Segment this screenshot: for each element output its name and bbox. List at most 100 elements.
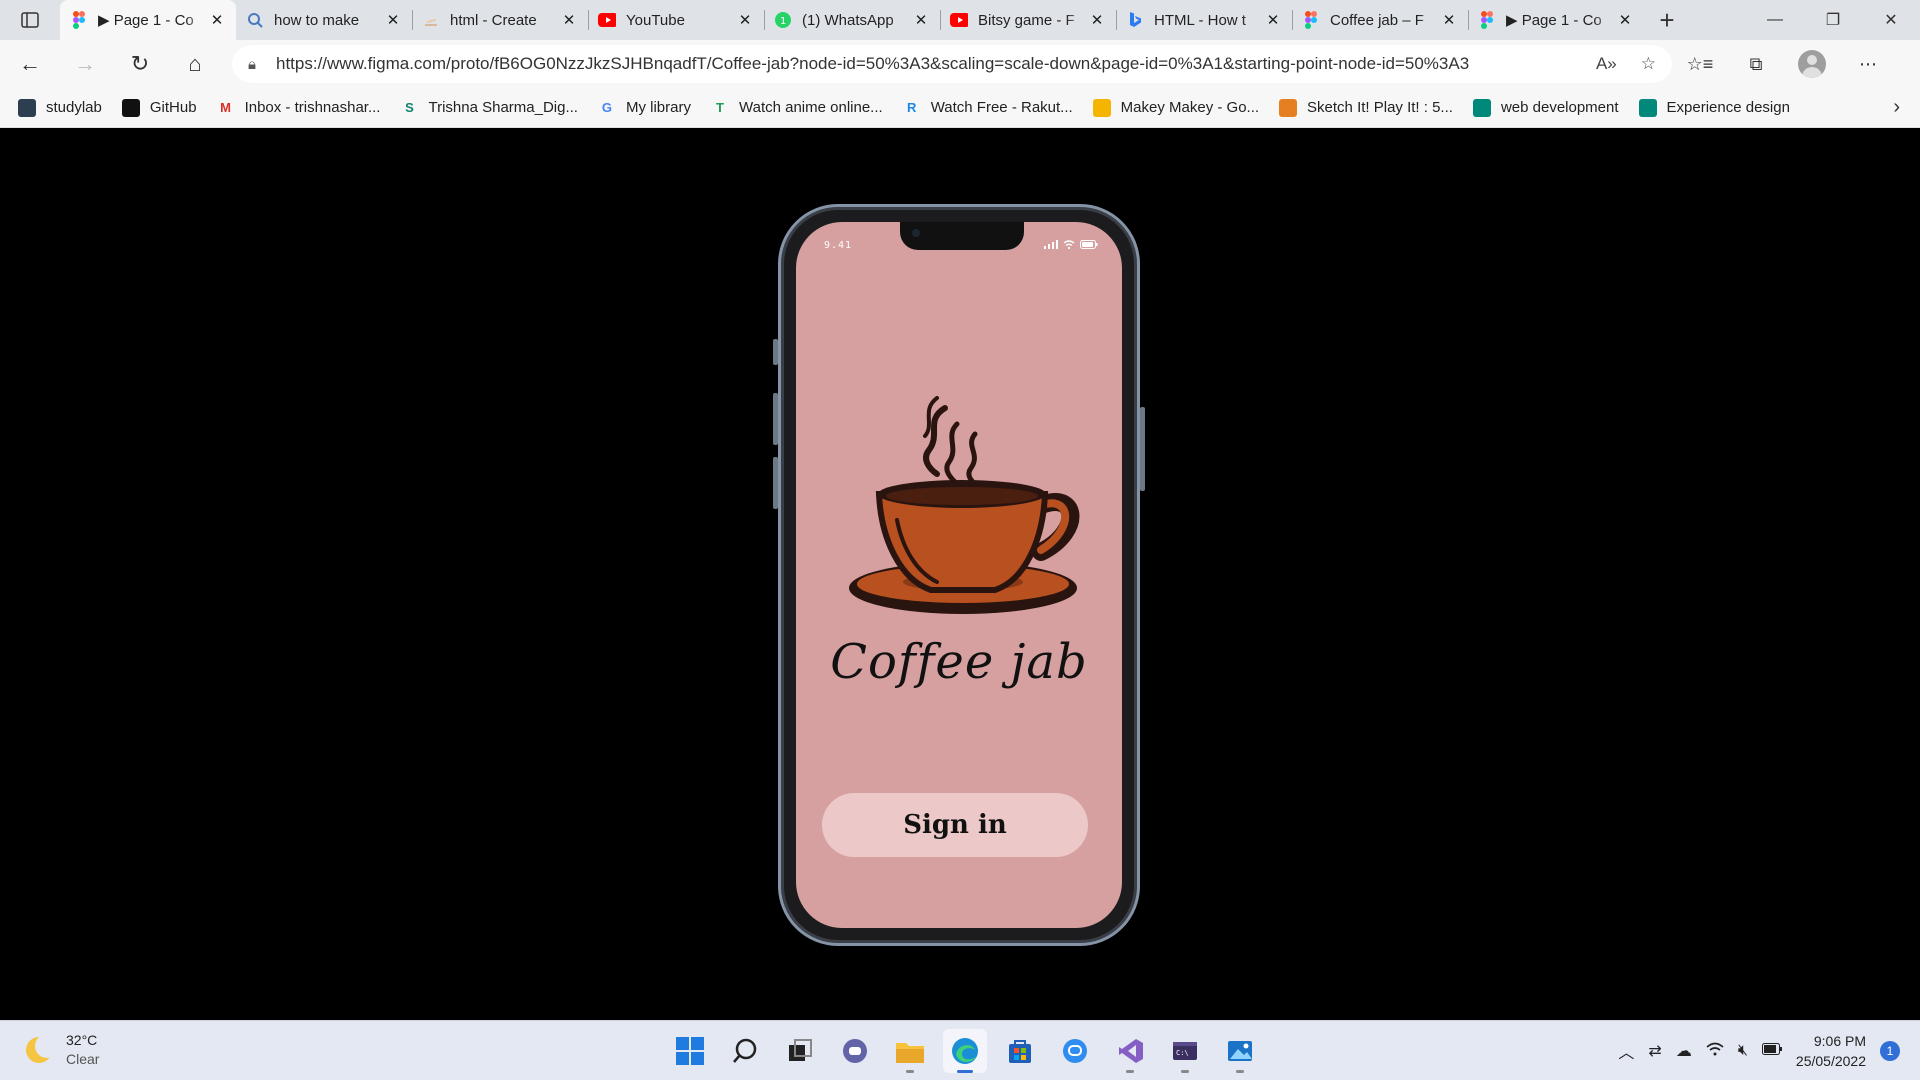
sway-icon: S [405, 100, 414, 115]
terminal-button[interactable]: C:\ [1163, 1029, 1207, 1073]
close-tab-icon[interactable]: ✕ [736, 11, 754, 29]
network-settings-icon[interactable]: ⇄ [1648, 1041, 1661, 1061]
taskbar-apps: C:\ [668, 1029, 1262, 1073]
phone-silent-switch [773, 339, 778, 365]
tab-actions-button[interactable] [0, 0, 60, 40]
bookmark-item[interactable]: web development [1472, 98, 1619, 117]
add-favorite-icon[interactable]: ☆ [1641, 54, 1656, 74]
search-button[interactable] [723, 1029, 767, 1073]
settings-menu-button[interactable]: ⋯ [1840, 44, 1896, 84]
wifi-icon[interactable] [1706, 1042, 1724, 1061]
prototype-screen: 9.41 Coffee jab Sign in [796, 222, 1122, 928]
running-indicator [957, 1070, 973, 1073]
phone-notch [900, 222, 1024, 250]
back-button[interactable]: ← [5, 44, 55, 84]
edge-button[interactable] [943, 1029, 987, 1073]
speaker-muted-icon[interactable]: 🔇︎ [1738, 1042, 1748, 1060]
tab-bar: ▶ Page 1 - Co ✕ how to make ✕ html - Create ✕… [0, 0, 1920, 40]
gmail-icon: M [220, 100, 231, 115]
slides-icon [1092, 98, 1111, 117]
favorites-button[interactable]: ☆≡ [1672, 44, 1728, 84]
bookmark-item[interactable]: S Trishna Sharma_Dig... [400, 99, 578, 117]
start-button[interactable] [668, 1029, 712, 1073]
tab-title: YouTube [626, 11, 685, 29]
bookmark-label: Experience design [1666, 99, 1790, 116]
profile-button[interactable] [1784, 44, 1840, 84]
close-tab-icon[interactable]: ✕ [384, 11, 402, 29]
bookmark-item[interactable]: Experience design [1638, 98, 1790, 117]
restore-button[interactable]: ❐ [1804, 0, 1862, 40]
status-icons [1044, 240, 1098, 249]
youtube-icon [598, 11, 616, 29]
bookmark-label: Makey Makey - Go... [1120, 99, 1260, 116]
close-window-button[interactable]: ✕ [1862, 0, 1920, 40]
close-tab-icon[interactable]: ✕ [1616, 11, 1634, 29]
whatsapp-icon: 1 [774, 11, 792, 29]
bookmark-label: Watch anime online... [739, 99, 883, 116]
close-tab-icon[interactable]: ✕ [560, 11, 578, 29]
bookmark-item[interactable]: Makey Makey - Go... [1092, 98, 1260, 117]
running-indicator [906, 1070, 914, 1073]
lock-icon[interactable]: 🔒︎ [248, 56, 256, 73]
signal-icon [1044, 240, 1058, 249]
close-tab-icon[interactable]: ✕ [208, 11, 226, 29]
onedrive-icon[interactable]: ☁ [1676, 1041, 1692, 1061]
bookmark-item[interactable]: studylab [18, 98, 102, 117]
store-button[interactable] [998, 1029, 1042, 1073]
close-tab-icon[interactable]: ✕ [1440, 11, 1458, 29]
bookmark-item[interactable]: M Inbox - trishnashar... [217, 99, 380, 117]
browser-tab[interactable]: ▶ Page 1 - Co ✕ [60, 0, 236, 40]
running-indicator [1236, 1070, 1244, 1073]
address-bar[interactable]: 🔒︎ https://www.figma.com/proto/fB6OG0Nzz… [232, 45, 1672, 83]
weather-desc: Clear [66, 1051, 100, 1067]
chat-button[interactable] [833, 1029, 877, 1073]
browser-tab[interactable]: 1 (1) WhatsApp ✕ [764, 0, 940, 40]
bookmark-item[interactable]: GitHub [121, 98, 197, 117]
bookmark-label: Watch Free - Rakut... [930, 99, 1073, 116]
phone-volume-down [773, 457, 778, 509]
visual-studio-icon [1119, 1039, 1143, 1063]
notification-badge[interactable]: 1 [1880, 1041, 1900, 1061]
close-tab-icon[interactable]: ✕ [1088, 11, 1106, 29]
forward-button[interactable]: → [60, 44, 110, 84]
browser-tab[interactable]: html - Create ✕ [412, 0, 588, 40]
clock[interactable]: 9:06 PM 25/05/2022 [1796, 1031, 1866, 1071]
file-explorer-button[interactable] [888, 1029, 932, 1073]
bookmark-label: Sketch It! Play It! : 5... [1307, 99, 1453, 116]
read-aloud-icon[interactable]: A» [1596, 54, 1617, 74]
browser-tab[interactable]: how to make ✕ [236, 0, 412, 40]
minimize-button[interactable]: — [1746, 0, 1804, 40]
close-tab-icon[interactable]: ✕ [912, 11, 930, 29]
running-indicator [1181, 1070, 1189, 1073]
refresh-button[interactable]: ↻ [115, 44, 165, 84]
new-tab-button[interactable]: + [1644, 0, 1690, 40]
bookmark-item[interactable]: G My library [598, 99, 691, 117]
url-text[interactable]: https://www.figma.com/proto/fB6OG0NzzJkz… [276, 54, 1572, 74]
task-view-button[interactable] [778, 1029, 822, 1073]
bookmark-item[interactable]: T Watch anime online... [711, 99, 883, 117]
figma-icon [1478, 11, 1496, 29]
collections-button[interactable]: ⧉ [1728, 44, 1784, 84]
browser-tab[interactable]: YouTube ✕ [588, 0, 764, 40]
tab-title: HTML - How t [1154, 11, 1246, 29]
home-button[interactable]: ⌂ [170, 44, 220, 84]
tab-title: html - Create [450, 11, 537, 29]
browser-tab[interactable]: Bitsy game - F ✕ [940, 0, 1116, 40]
browser-tab[interactable]: Coffee jab – F ✕ [1292, 0, 1468, 40]
browser-tab[interactable]: HTML - How t ✕ [1116, 0, 1292, 40]
bookmark-item[interactable]: Sketch It! Play It! : 5... [1279, 98, 1453, 117]
browser-tab[interactable]: ▶ Page 1 - Co ✕ [1468, 0, 1644, 40]
sign-in-button[interactable]: Sign in [822, 793, 1088, 857]
shield-icon: T [716, 100, 724, 115]
chevron-right-icon[interactable]: › [1893, 96, 1900, 119]
meet-icon [1472, 98, 1491, 117]
close-tab-icon[interactable]: ✕ [1264, 11, 1282, 29]
phone-frame: 9.41 Coffee jab Sign in [773, 204, 1145, 946]
chevron-up-icon[interactable]: ︿ [1618, 1039, 1634, 1063]
visual-studio-button[interactable] [1108, 1029, 1152, 1073]
weather-widget[interactable]: 32°C Clear [26, 1031, 99, 1069]
messaging-button[interactable] [1053, 1029, 1097, 1073]
photos-button[interactable] [1218, 1029, 1262, 1073]
bookmark-item[interactable]: R Watch Free - Rakut... [903, 99, 1073, 117]
battery-icon[interactable] [1761, 1042, 1782, 1060]
